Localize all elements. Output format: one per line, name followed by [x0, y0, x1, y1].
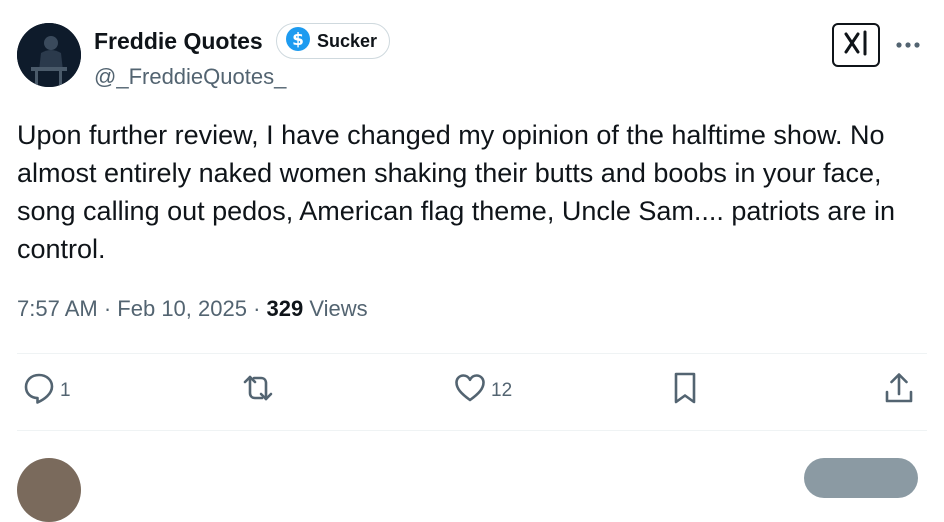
grok-icon — [841, 28, 871, 63]
reply-submit-button[interactable] — [804, 458, 918, 498]
meta-separator: · — [253, 296, 261, 321]
reply-icon — [22, 371, 56, 411]
retweet-button[interactable] — [240, 372, 276, 410]
tweet-text: Upon further review, I have changed my o… — [17, 120, 895, 264]
avatar-image — [17, 23, 81, 87]
more-dots-icon — [895, 36, 921, 54]
tweet-meta: 7:57 AM · Feb 10, 2025 · 329 Views — [17, 296, 368, 322]
badge-label: Sucker — [317, 30, 378, 51]
heart-icon — [453, 371, 487, 411]
like-count: 12 — [491, 380, 513, 401]
retweet-icon — [240, 371, 276, 411]
views-label: Views — [309, 296, 368, 321]
dollar-sign-icon: $ — [285, 26, 311, 57]
divider — [17, 353, 927, 354]
views-count: 329 — [266, 296, 304, 321]
meta-separator: · — [103, 296, 112, 321]
like-button[interactable]: 12 — [453, 372, 512, 410]
grok-button[interactable] — [832, 23, 880, 67]
author-avatar[interactable] — [17, 23, 81, 87]
author-handle[interactable]: @_FreddieQuotes_ — [94, 64, 286, 90]
share-button[interactable] — [882, 372, 916, 410]
current-user-avatar — [17, 458, 81, 522]
bookmark-icon — [670, 370, 700, 412]
tweet-time[interactable]: 7:57 AM — [17, 296, 98, 321]
author-name[interactable]: Freddie Quotes — [94, 28, 263, 55]
svg-text:$: $ — [292, 30, 304, 50]
divider — [17, 430, 927, 431]
affiliate-badge[interactable]: $ Sucker — [276, 23, 391, 59]
bookmark-button[interactable] — [670, 372, 700, 410]
more-options-button[interactable] — [893, 33, 923, 57]
reply-count: 1 — [60, 380, 71, 401]
reply-button[interactable]: 1 — [22, 372, 71, 410]
tweet-date[interactable]: Feb 10, 2025 — [117, 296, 247, 321]
share-icon — [882, 370, 916, 412]
